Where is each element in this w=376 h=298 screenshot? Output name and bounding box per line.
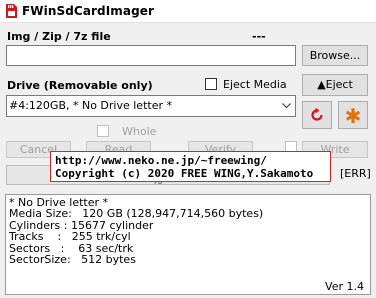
drive-label: Drive (Removable only)	[7, 79, 153, 92]
title-bar: FWinSdCardImager	[0, 0, 376, 23]
eject-media-label: Eject Media	[223, 78, 287, 91]
info-line: SectorSize: 512 bytes	[9, 253, 136, 267]
refresh-icon	[311, 107, 323, 121]
tooltip-copyright: Copyright (c) 2020 FREE WING,Y.Sakamoto	[55, 167, 314, 180]
whole-checkbox[interactable]	[97, 125, 109, 137]
status-indicator: [ERR]	[340, 167, 371, 180]
chevron-down-icon	[282, 103, 291, 109]
refresh-button[interactable]	[302, 101, 332, 129]
image-file-status: ---	[252, 30, 266, 43]
sd-card-icon	[6, 4, 17, 18]
tooltip-url: http://www.neko.ne.jp/~freewing/	[55, 154, 267, 167]
drive-info-box[interactable]: * No Drive letter * Media Size: 120 GB (…	[5, 194, 371, 295]
browse-button[interactable]: Browse...	[302, 45, 368, 66]
window-title: FWinSdCardImager	[22, 4, 155, 18]
drive-select[interactable]: #4:120GB, * No Drive letter *	[6, 95, 296, 117]
image-path-input[interactable]	[6, 45, 296, 66]
about-tooltip: http://www.neko.ne.jp/~freewing/ Copyrig…	[50, 151, 331, 182]
whole-label: Whole	[122, 125, 157, 138]
info-line: Tracks : 255 trk/cyl	[9, 230, 131, 244]
eject-media-checkbox[interactable]	[205, 78, 217, 90]
drive-select-value: #4:120GB, * No Drive letter *	[9, 99, 172, 112]
asterisk-icon: ✱	[344, 104, 362, 128]
image-file-label: Img / Zip / 7z file	[7, 30, 111, 43]
settings-button[interactable]: ✱	[338, 101, 368, 129]
eject-button[interactable]: ▲Eject	[302, 74, 368, 96]
version-label: Ver 1.4	[325, 279, 364, 293]
